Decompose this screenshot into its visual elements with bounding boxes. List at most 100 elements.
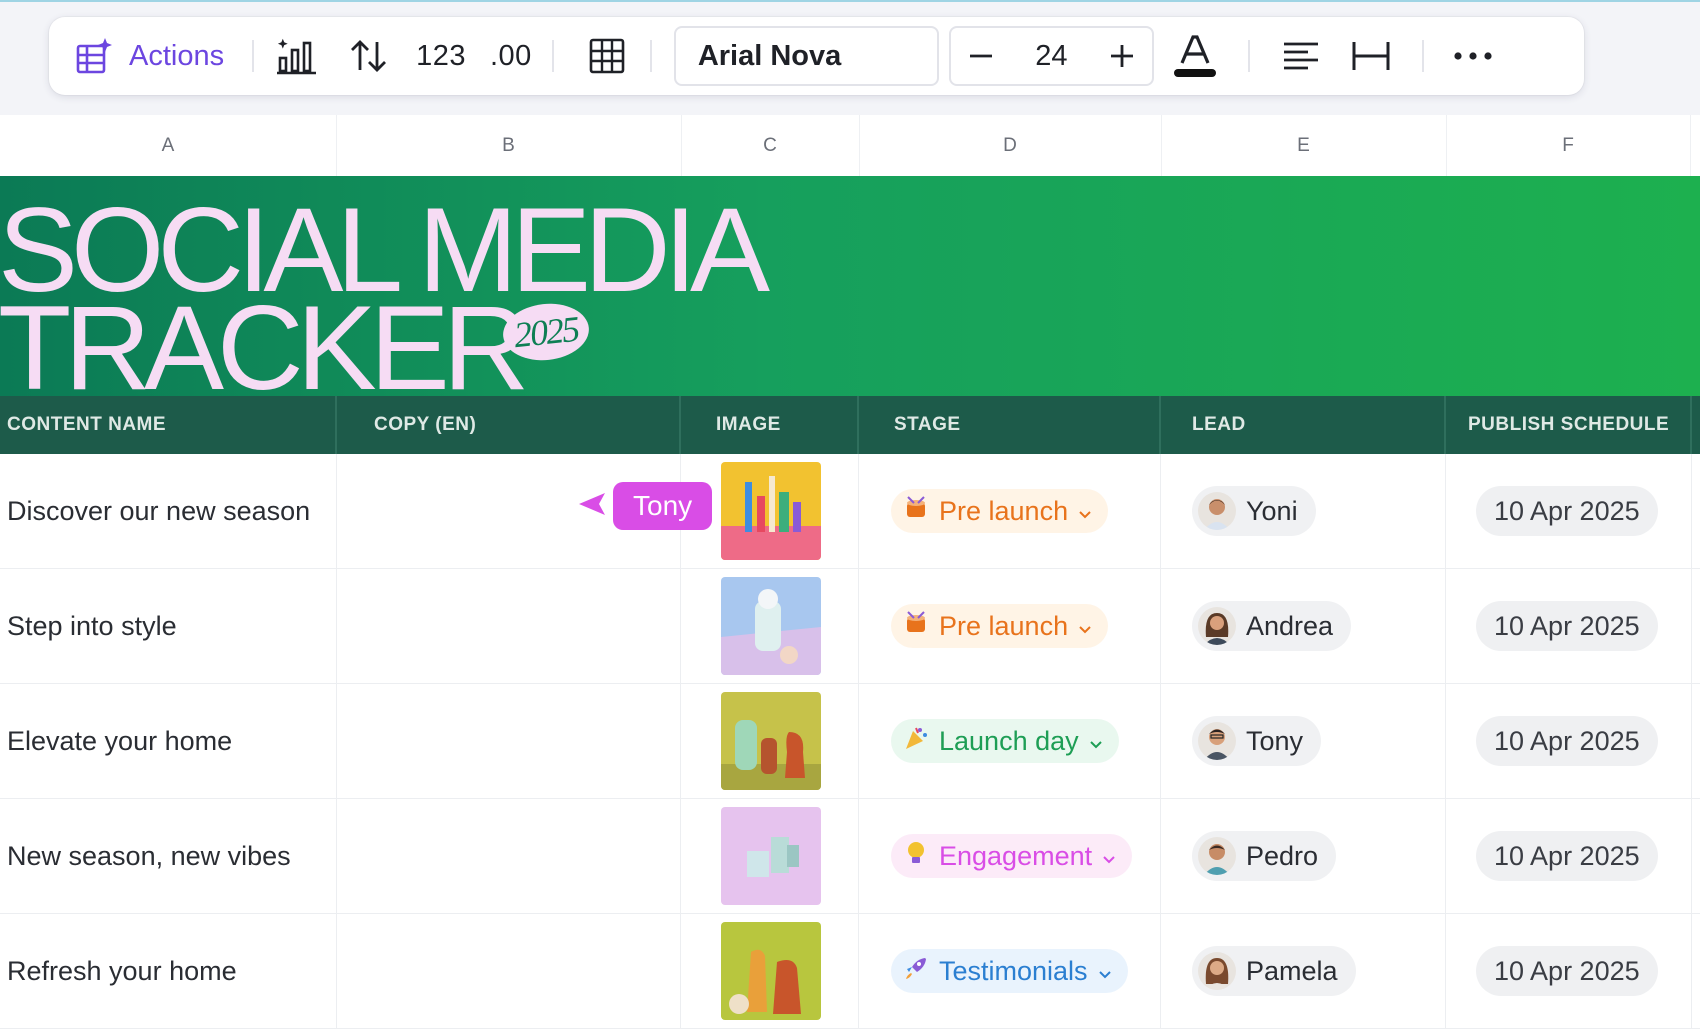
copy-cell[interactable] — [337, 684, 681, 798]
avatar — [1198, 952, 1236, 990]
content-name-cell[interactable]: Elevate your home — [0, 684, 337, 798]
decimal-format-button[interactable]: .00 — [490, 40, 532, 73]
content-image-thumbnail[interactable] — [721, 807, 821, 905]
date-pill[interactable]: 10 Apr 2025 — [1476, 486, 1658, 536]
content-image-thumbnail[interactable] — [721, 922, 821, 1020]
stage-pill[interactable]: Engagement — [891, 834, 1133, 878]
content-image-thumbnail[interactable] — [721, 577, 821, 675]
image-cell[interactable] — [681, 684, 859, 798]
column-header-f[interactable]: F — [1446, 115, 1691, 176]
actions-button[interactable]: Actions — [67, 29, 232, 83]
lead-cell[interactable]: Yoni — [1161, 454, 1446, 568]
copy-cell[interactable] — [337, 914, 681, 1028]
stage-pill[interactable]: Pre launch — [891, 604, 1109, 648]
field-image[interactable]: IMAGE — [681, 396, 859, 454]
content-name-cell[interactable]: Refresh your home — [0, 914, 337, 1028]
cursor-arrow-icon — [577, 489, 607, 524]
date-pill[interactable]: 10 Apr 2025 — [1476, 946, 1658, 996]
more-icon — [1453, 51, 1493, 61]
actions-label: Actions — [129, 39, 225, 72]
publish-cell[interactable]: 10 Apr 2025 — [1446, 914, 1692, 1028]
avatar — [1198, 722, 1236, 760]
field-stage[interactable]: STAGE — [859, 396, 1161, 454]
column-header-e[interactable]: E — [1161, 115, 1447, 176]
rocket-icon — [903, 955, 929, 988]
lead-cell[interactable]: Pamela — [1161, 914, 1446, 1028]
chevron-down-icon — [1098, 956, 1112, 987]
lead-pill[interactable]: Pedro — [1192, 831, 1337, 881]
table-row: Refresh your home Testimonials Pamela 10… — [0, 914, 1700, 1029]
number-format-button[interactable]: 123 — [416, 40, 466, 73]
lead-pill[interactable]: Pamela — [1192, 946, 1356, 996]
field-copy-en[interactable]: COPY (EN) — [337, 396, 681, 454]
date-pill[interactable]: 10 Apr 2025 — [1476, 716, 1658, 766]
field-lead[interactable]: LEAD — [1161, 396, 1446, 454]
lead-pill[interactable]: Andrea — [1192, 601, 1352, 651]
stage-cell[interactable]: Engagement — [859, 799, 1161, 913]
field-content-name[interactable]: CONTENT NAME — [0, 396, 337, 454]
lead-cell[interactable]: Andrea — [1161, 569, 1446, 683]
lead-pill[interactable]: Yoni — [1192, 486, 1316, 536]
content-name: Refresh your home — [7, 955, 237, 986]
stage-pill[interactable]: Pre launch — [891, 489, 1109, 533]
stage-label: Engagement — [939, 840, 1093, 871]
column-header-b[interactable]: B — [336, 115, 682, 176]
copy-cell[interactable] — [337, 569, 681, 683]
text-color-button[interactable] — [1170, 29, 1220, 83]
floating-toolbar: Actions 123 .00 Arial Nova 24 — [49, 17, 1584, 95]
stage-cell[interactable]: Launch day — [859, 684, 1161, 798]
lead-pill[interactable]: Tony — [1192, 716, 1322, 766]
drum-icon — [903, 495, 929, 528]
content-name-cell[interactable]: Discover our new season — [0, 454, 337, 568]
title-banner: SOCIAL MEDIA TRACKER 2025 — [0, 176, 1700, 396]
image-cell[interactable] — [681, 569, 859, 683]
sort-icon — [349, 38, 389, 74]
increase-font-size-button[interactable] — [1108, 42, 1136, 70]
toolbar-separator — [649, 40, 652, 72]
stage-cell[interactable]: Testimonials — [859, 914, 1161, 1028]
stage-cell[interactable]: Pre launch — [859, 454, 1161, 568]
lead-cell[interactable]: Tony — [1161, 684, 1446, 798]
image-cell[interactable] — [681, 914, 859, 1028]
font-family-select[interactable]: Arial Nova — [673, 26, 939, 86]
column-header-c[interactable]: C — [681, 115, 860, 176]
decrease-font-size-button[interactable] — [967, 42, 995, 70]
sort-button[interactable] — [346, 29, 392, 83]
date-pill[interactable]: 10 Apr 2025 — [1476, 831, 1658, 881]
date-pill[interactable]: 10 Apr 2025 — [1476, 601, 1658, 651]
avatar — [1198, 837, 1236, 875]
publish-cell[interactable]: 10 Apr 2025 — [1446, 684, 1692, 798]
column-header-d[interactable]: D — [859, 115, 1162, 176]
chart-button[interactable] — [274, 29, 320, 83]
drum-icon — [903, 610, 929, 643]
stage-pill[interactable]: Launch day — [891, 719, 1119, 763]
publish-cell[interactable]: 10 Apr 2025 — [1446, 454, 1692, 568]
column-width-button[interactable] — [1348, 29, 1394, 83]
table-row: Step into style Pre launch Andrea 10 Apr… — [0, 569, 1700, 684]
align-button[interactable] — [1278, 29, 1324, 83]
stage-cell[interactable]: Pre launch — [859, 569, 1161, 683]
text-color-icon — [1172, 33, 1218, 79]
publish-cell[interactable]: 10 Apr 2025 — [1446, 799, 1692, 913]
avatar — [1198, 607, 1236, 645]
image-cell[interactable] — [681, 799, 859, 913]
content-image-thumbnail[interactable] — [721, 692, 821, 790]
field-publish-schedule[interactable]: PUBLISH SCHEDULE — [1446, 396, 1692, 454]
stage-pill[interactable]: Testimonials — [891, 949, 1128, 993]
copy-cell[interactable] — [337, 799, 681, 913]
table-grid-button[interactable] — [584, 29, 630, 83]
stage-label: Pre launch — [939, 610, 1069, 641]
font-size-value[interactable]: 24 — [1035, 40, 1067, 73]
font-family-value: Arial Nova — [697, 39, 842, 72]
banner-title-line2: TRACKER — [0, 281, 529, 396]
content-name-cell[interactable]: New season, new vibes — [0, 799, 337, 913]
more-options-button[interactable] — [1450, 29, 1496, 83]
content-image-thumbnail[interactable] — [721, 462, 821, 560]
content-name: Elevate your home — [7, 725, 233, 756]
align-left-icon — [1282, 40, 1320, 72]
content-name-cell[interactable]: Step into style — [0, 569, 337, 683]
publish-cell[interactable]: 10 Apr 2025 — [1446, 569, 1692, 683]
lead-name: Yoni — [1246, 495, 1298, 526]
lead-cell[interactable]: Pedro — [1161, 799, 1446, 913]
column-header-a[interactable]: A — [0, 115, 337, 176]
